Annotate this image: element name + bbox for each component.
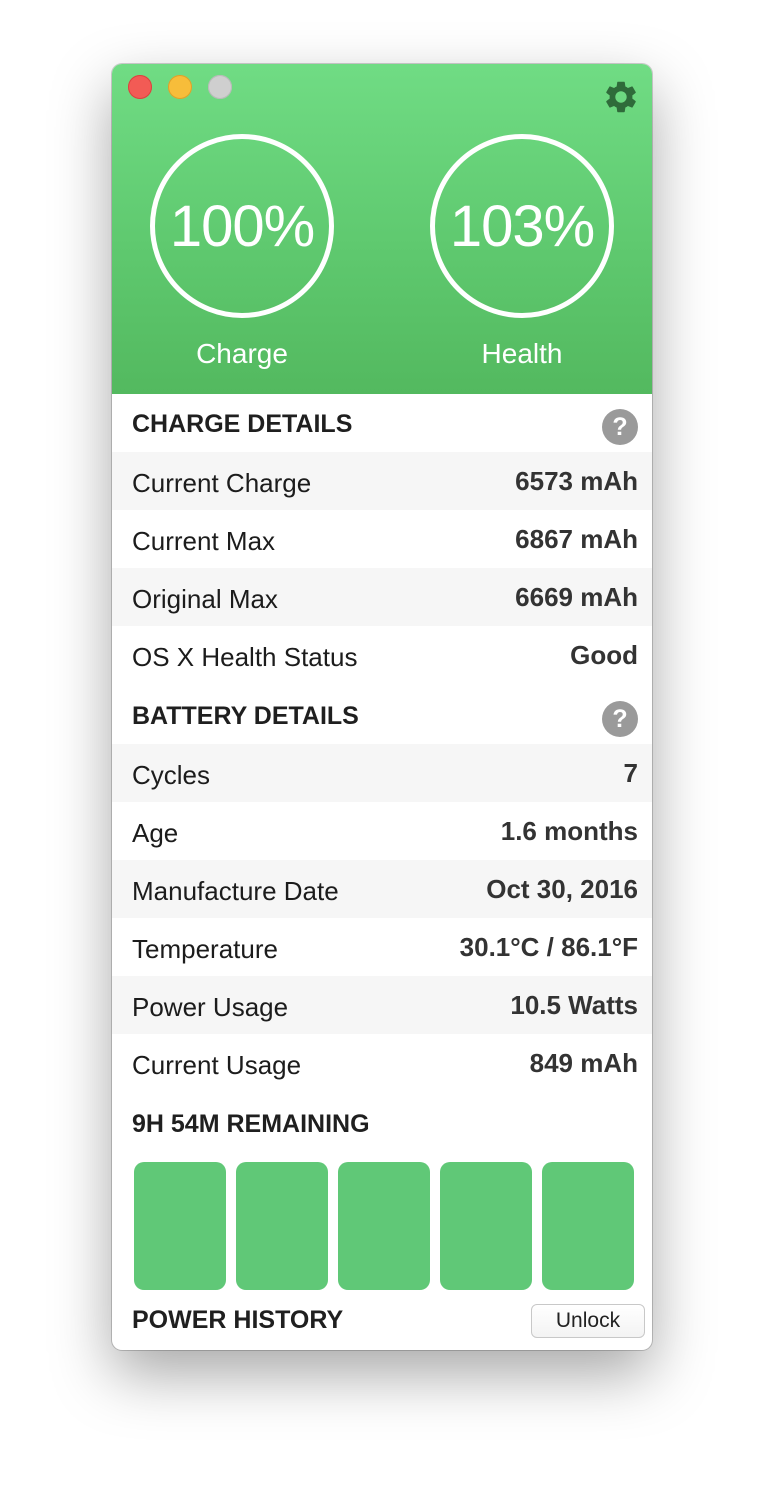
row-original-max: Original Max 6669 mAh <box>112 568 652 626</box>
row-cycles: Cycles 7 <box>112 744 652 802</box>
row-value: Good <box>570 640 638 670</box>
row-label: Current Max <box>132 526 276 556</box>
charge-details-title: CHARGE DETAILS <box>132 410 353 438</box>
charge-details-header: CHARGE DETAILS ? <box>112 394 652 452</box>
battery-bar <box>338 1162 430 1290</box>
row-value: 10.5 Watts <box>510 990 638 1020</box>
battery-bar <box>542 1162 634 1290</box>
health-value: 103% <box>449 193 595 259</box>
row-power-usage: Power Usage 10.5 Watts <box>112 976 652 1034</box>
row-value: 30.1°C / 86.1°F <box>459 932 638 962</box>
row-label: OS X Health Status <box>132 642 358 672</box>
charge-gauge: 100% <box>150 134 334 318</box>
header-panel: 100% Charge 103% Health <box>112 64 652 394</box>
zoom-button[interactable] <box>208 75 232 99</box>
row-label: Original Max <box>132 584 278 614</box>
row-current-charge: Current Charge 6573 mAh <box>112 452 652 510</box>
close-button[interactable] <box>128 75 152 99</box>
battery-bar <box>236 1162 328 1290</box>
row-temperature: Temperature 30.1°C / 86.1°F <box>112 918 652 976</box>
battery-window: 100% Charge 103% Health CHARGE DETAILS ?… <box>112 64 652 1350</box>
row-current-usage: Current Usage 849 mAh <box>112 1034 652 1092</box>
row-label: Age <box>132 818 179 848</box>
health-gauge: 103% <box>430 134 614 318</box>
row-health-status: OS X Health Status Good <box>112 626 652 684</box>
row-value: 7 <box>623 758 638 788</box>
battery-bar <box>134 1162 226 1290</box>
battery-level-bars <box>134 1162 634 1290</box>
row-label: Temperature <box>132 934 278 964</box>
row-label: Manufacture Date <box>132 876 339 906</box>
help-icon[interactable]: ? <box>602 409 638 445</box>
battery-details-title: BATTERY DETAILS <box>132 702 359 730</box>
battery-details-header: BATTERY DETAILS ? <box>112 686 652 744</box>
battery-bar <box>440 1162 532 1290</box>
row-value: 6867 mAh <box>515 524 638 554</box>
power-history-title: POWER HISTORY <box>132 1306 344 1334</box>
row-manufacture-date: Manufacture Date Oct 30, 2016 <box>112 860 652 918</box>
row-label: Current Usage <box>132 1050 302 1080</box>
help-icon[interactable]: ? <box>602 701 638 737</box>
row-label: Current Charge <box>132 468 312 498</box>
charge-label: Charge <box>196 338 288 369</box>
row-value: 6573 mAh <box>515 466 638 496</box>
row-value: 849 mAh <box>529 1048 638 1078</box>
row-label: Cycles <box>132 760 211 790</box>
unlock-button[interactable]: Unlock <box>531 1304 645 1338</box>
row-value: 1.6 months <box>500 816 638 846</box>
row-label: Power Usage <box>132 992 289 1022</box>
row-age: Age 1.6 months <box>112 802 652 860</box>
row-value: 6669 mAh <box>515 582 638 612</box>
minimize-button[interactable] <box>168 75 192 99</box>
health-label: Health <box>481 338 563 369</box>
gear-icon[interactable] <box>602 78 640 116</box>
row-current-max: Current Max 6867 mAh <box>112 510 652 568</box>
charge-value: 100% <box>169 193 315 259</box>
remaining-title: 9H 54M REMAINING <box>132 1110 370 1138</box>
row-value: Oct 30, 2016 <box>486 874 638 904</box>
